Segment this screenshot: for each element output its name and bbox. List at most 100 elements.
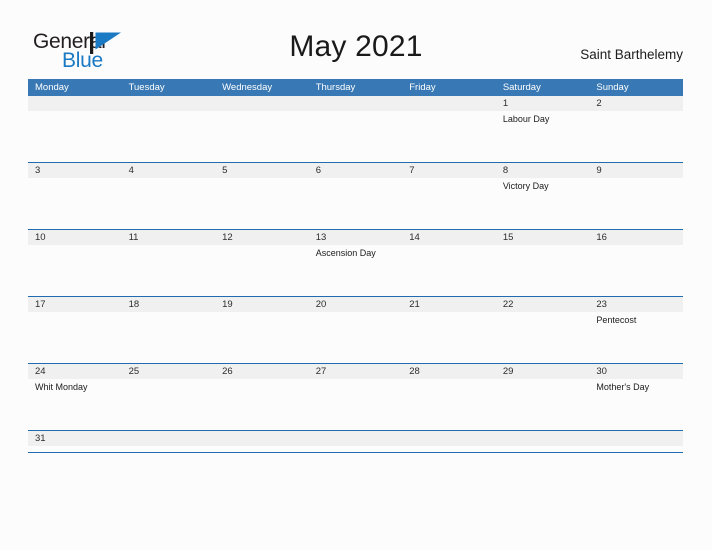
day-number: 21 (402, 297, 496, 312)
calendar-day-cell[interactable]: 25 (121, 364, 216, 430)
day-number (402, 96, 496, 111)
calendar-day-cell[interactable]: 26 (215, 364, 309, 430)
day-event-label (309, 111, 403, 113)
day-event-label (402, 111, 496, 113)
calendar-day-cell[interactable]: 10 (28, 230, 122, 296)
day-number: 4 (121, 163, 216, 178)
day-number: 16 (589, 230, 683, 245)
calendar-week-row: 31 (28, 431, 683, 453)
day-number: 30 (589, 364, 683, 379)
day-event-label (496, 379, 590, 381)
day-event-label (215, 111, 309, 113)
calendar-day-cell[interactable]: 14 (402, 230, 496, 296)
day-event-label: Labour Day (502, 114, 550, 124)
calendar-day-cell[interactable]: 8 Victory Day (495, 163, 590, 229)
day-event-label (122, 178, 216, 180)
calendar-day-cell[interactable]: 15 (495, 230, 590, 296)
day-number (402, 431, 496, 446)
calendar-day-cell[interactable]: 30 Mother's Day (589, 364, 683, 430)
day-number: 31 (28, 431, 122, 446)
weekday-header-sunday: Sunday (596, 82, 629, 93)
calendar-day-cell[interactable]: 17 (28, 297, 122, 363)
day-number: 1 (495, 96, 590, 111)
calendar-grid: Monday Tuesday Wednesday Thursday Friday… (28, 79, 683, 453)
calendar-day-cell[interactable] (402, 96, 496, 162)
day-number: 26 (215, 364, 309, 379)
calendar-day-cell[interactable]: 6 (308, 163, 403, 229)
day-event-label (28, 245, 122, 247)
day-number (308, 96, 403, 111)
calendar-day-cell[interactable] (308, 431, 403, 452)
calendar-day-cell[interactable]: 9 (589, 163, 683, 229)
calendar-day-cell[interactable]: 7 (402, 163, 496, 229)
day-number (215, 431, 309, 446)
calendar-day-cell[interactable]: 4 (121, 163, 216, 229)
day-event-label (215, 312, 309, 314)
calendar-day-cell[interactable]: 3 (28, 163, 122, 229)
calendar-day-cell[interactable]: 2 (589, 96, 683, 162)
day-number: 24 (28, 364, 122, 379)
calendar-day-cell[interactable]: 11 (121, 230, 216, 296)
day-number: 15 (495, 230, 590, 245)
weekday-header-monday: Monday (35, 82, 69, 93)
day-event-label (215, 379, 309, 381)
calendar-day-cell[interactable] (215, 96, 309, 162)
weekday-header-row: Monday Tuesday Wednesday Thursday Friday… (28, 79, 683, 96)
calendar-day-cell[interactable]: 24 Whit Monday (28, 364, 122, 430)
calendar-day-cell[interactable]: 16 (589, 230, 683, 296)
day-number: 5 (215, 163, 309, 178)
calendar-day-cell[interactable]: 29 (495, 364, 590, 430)
day-event-label (309, 379, 403, 381)
calendar-day-cell[interactable] (121, 96, 216, 162)
day-number: 25 (121, 364, 216, 379)
calendar-day-cell[interactable] (215, 431, 309, 452)
day-event-label (122, 312, 216, 314)
day-number: 13 (308, 230, 403, 245)
day-event-label (402, 178, 496, 180)
calendar-day-cell[interactable]: 23 Pentecost (589, 297, 683, 363)
weekday-header-thursday: Thursday (315, 82, 356, 93)
weekday-header-saturday: Saturday (502, 82, 541, 93)
day-number: 12 (215, 230, 309, 245)
day-event-label (589, 178, 683, 180)
day-number: 19 (215, 297, 309, 312)
calendar-day-cell[interactable] (28, 96, 122, 162)
calendar-day-cell[interactable]: 12 (215, 230, 309, 296)
calendar-day-cell[interactable] (308, 96, 403, 162)
day-event-label: Pentecost (596, 315, 637, 325)
calendar-day-cell[interactable]: 31 (28, 431, 122, 452)
calendar-day-cell[interactable] (121, 431, 216, 452)
page-header: General Blue May 2021 Saint Barthelemy (0, 0, 712, 78)
day-number: 18 (121, 297, 216, 312)
day-number: 20 (308, 297, 403, 312)
calendar-day-cell[interactable]: 19 (215, 297, 309, 363)
calendar-day-cell[interactable]: 20 (308, 297, 403, 363)
day-event-label (402, 312, 496, 314)
day-number: 9 (589, 163, 683, 178)
day-number (215, 96, 309, 111)
calendar-day-cell[interactable]: 21 (402, 297, 496, 363)
day-event-label (589, 245, 683, 247)
day-event-label: Whit Monday (35, 382, 88, 392)
calendar-day-cell[interactable]: 22 (495, 297, 590, 363)
calendar-day-cell[interactable]: 5 (215, 163, 309, 229)
day-number (589, 431, 683, 446)
day-event-label (496, 245, 590, 247)
calendar-day-cell[interactable]: 28 (402, 364, 496, 430)
calendar-day-cell[interactable] (589, 431, 683, 452)
calendar-week-row: 10 11 12 13 Ascension Day 14 15 16 (28, 230, 683, 297)
calendar-day-cell[interactable]: 18 (121, 297, 216, 363)
day-number: 14 (402, 230, 496, 245)
calendar-day-cell[interactable]: 13 Ascension Day (308, 230, 403, 296)
day-event-label (309, 312, 403, 314)
calendar-day-cell[interactable] (495, 431, 590, 452)
day-event-label (122, 111, 216, 113)
day-event-label (402, 245, 496, 247)
day-event-label (28, 312, 122, 314)
calendar-location: Saint Barthelemy (580, 47, 683, 62)
day-number: 11 (121, 230, 216, 245)
calendar-day-cell[interactable] (402, 431, 496, 452)
calendar-day-cell[interactable]: 27 (308, 364, 403, 430)
calendar-day-cell[interactable]: 1 Labour Day (495, 96, 590, 162)
day-number: 7 (402, 163, 496, 178)
